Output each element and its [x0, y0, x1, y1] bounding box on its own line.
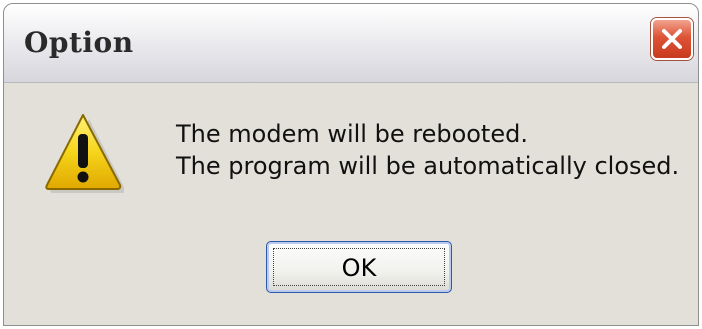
- ok-button[interactable]: OK: [266, 241, 452, 293]
- message-line-1: The modem will be rebooted.: [176, 120, 528, 148]
- dialog-message: The modem will be rebooted. The program …: [176, 118, 679, 182]
- warning-icon: [45, 114, 124, 193]
- message-dialog: Option The modem will be rebooted. The p…: [3, 3, 699, 326]
- title-bar[interactable]: Option: [4, 4, 698, 83]
- ok-button-label: OK: [341, 254, 377, 282]
- message-line-2: The program will be automatically closed…: [176, 152, 680, 180]
- close-button[interactable]: [651, 18, 693, 60]
- close-x-icon: [662, 29, 682, 49]
- window-title: Option: [24, 26, 134, 59]
